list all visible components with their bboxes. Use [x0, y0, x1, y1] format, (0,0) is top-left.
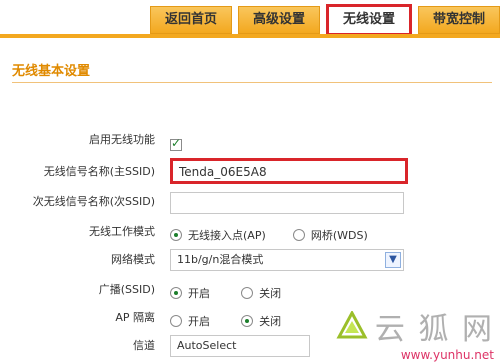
- chevron-down-icon[interactable]: ▼: [385, 252, 401, 268]
- radio-dot-icon: [170, 287, 182, 299]
- work-mode-label: 无线工作模式: [89, 225, 155, 238]
- radio-dot-icon: [241, 287, 254, 299]
- ssid-secondary-input[interactable]: [170, 192, 404, 214]
- radio-dot-icon: [170, 229, 182, 241]
- network-mode-value: 11b/g/n混合模式: [177, 253, 264, 266]
- network-mode-select[interactable]: 11b/g/n混合模式 ▼: [170, 249, 404, 271]
- radio-dot-icon: [241, 315, 254, 327]
- row-broadcast: 广播(SSID) 开启 关闭: [0, 278, 500, 302]
- radio-dot-icon: [292, 229, 305, 241]
- ap-isolation-on-radio[interactable]: 开启: [170, 313, 210, 329]
- nav-tabs: 返回首页 高级设置 无线设置 带宽控制: [144, 4, 500, 36]
- work-mode-ap-radio[interactable]: 无线接入点(AP): [170, 227, 266, 243]
- top-nav-bar: 返回首页 高级设置 无线设置 带宽控制: [0, 0, 500, 38]
- broadcast-off-radio[interactable]: 关闭: [241, 285, 281, 301]
- broadcast-on-label: 开启: [188, 287, 210, 300]
- ssid-secondary-label: 次无线信号名称(次SSID): [32, 195, 155, 208]
- network-mode-label: 网络模式: [111, 253, 155, 266]
- row-network-mode: 网络模式 11b/g/n混合模式 ▼: [0, 248, 500, 272]
- ssid-primary-input[interactable]: Tenda_06E5A8: [170, 158, 408, 184]
- broadcast-off-label: 关闭: [259, 287, 282, 300]
- broadcast-on-radio[interactable]: 开启: [170, 285, 210, 301]
- watermark: 云 狐 网 www.yunhu.net: [335, 304, 494, 362]
- section-divider: [12, 82, 492, 83]
- channel-select[interactable]: AutoSelect: [170, 335, 310, 357]
- broadcast-label: 广播(SSID): [98, 283, 155, 296]
- tab-home[interactable]: 返回首页: [149, 6, 232, 34]
- ap-isolation-off-label: 关闭: [259, 315, 282, 328]
- tab-wireless-settings[interactable]: 无线设置: [325, 4, 412, 36]
- row-ssid-primary: 无线信号名称(主SSID) Tenda_06E5A8: [0, 158, 500, 184]
- channel-value: AutoSelect: [177, 339, 237, 352]
- row-enable-wireless: 启用无线功能: [0, 128, 500, 152]
- fox-logo-icon: [336, 311, 368, 339]
- row-ssid-secondary: 次无线信号名称(次SSID): [0, 190, 500, 214]
- enable-wireless-checkbox[interactable]: [170, 136, 182, 151]
- ap-isolation-off-radio[interactable]: 关闭: [241, 313, 281, 329]
- enable-wireless-label: 启用无线功能: [89, 133, 155, 146]
- ap-isolation-on-label: 开启: [188, 315, 210, 328]
- watermark-url: www.yunhu.net: [400, 348, 494, 362]
- channel-label: 信道: [133, 339, 155, 352]
- watermark-logo: 云 狐 网: [335, 304, 494, 348]
- tab-advanced-settings[interactable]: 高级设置: [237, 6, 320, 34]
- section-title: 无线基本设置: [12, 64, 91, 79]
- work-mode-wds-radio[interactable]: 网桥(WDS): [292, 227, 368, 243]
- tab-bandwidth-control[interactable]: 带宽控制: [417, 6, 500, 34]
- work-mode-wds-label: 网桥(WDS): [310, 229, 368, 242]
- ap-isolation-label: AP 隔离: [115, 311, 155, 324]
- radio-dot-icon: [170, 315, 182, 327]
- watermark-text: 云 狐 网: [374, 312, 494, 347]
- work-mode-ap-label: 无线接入点(AP): [188, 229, 266, 242]
- row-work-mode: 无线工作模式 无线接入点(AP) 网桥(WDS): [0, 220, 500, 244]
- ssid-primary-label: 无线信号名称(主SSID): [43, 165, 155, 178]
